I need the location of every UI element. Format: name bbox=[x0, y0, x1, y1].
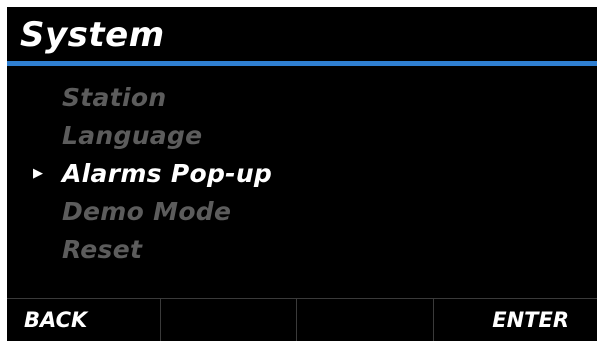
settings-menu: Station Language ▶ Alarms Pop-up Demo Mo… bbox=[7, 79, 597, 269]
menu-item-alarms-pop-up[interactable]: ▶ Alarms Pop-up bbox=[7, 155, 597, 193]
menu-item-label: Reset bbox=[62, 235, 143, 264]
back-button[interactable]: BACK bbox=[7, 299, 160, 341]
menu-item-reset[interactable]: Reset bbox=[7, 231, 597, 269]
menu-item-language[interactable]: Language bbox=[7, 117, 597, 155]
softkey-bar: BACK ENTER bbox=[7, 298, 597, 341]
menu-item-station[interactable]: Station bbox=[7, 79, 597, 117]
menu-item-demo-mode[interactable]: Demo Mode bbox=[7, 193, 597, 231]
device-screen: System Station Language ▶ Alarms Pop-up … bbox=[7, 7, 597, 341]
softkey-3[interactable] bbox=[296, 299, 433, 341]
menu-item-label: Language bbox=[62, 121, 203, 150]
page-title: System bbox=[20, 15, 165, 55]
softkey-2[interactable] bbox=[159, 299, 297, 341]
screen-header: System bbox=[7, 7, 597, 66]
menu-item-label: Demo Mode bbox=[62, 197, 232, 226]
enter-button[interactable]: ENTER bbox=[432, 299, 598, 341]
triangle-right-icon: ▶ bbox=[33, 166, 44, 181]
header-accent-bar bbox=[7, 61, 597, 66]
menu-item-label: Station bbox=[62, 83, 167, 112]
menu-item-label: Alarms Pop-up bbox=[62, 159, 273, 188]
